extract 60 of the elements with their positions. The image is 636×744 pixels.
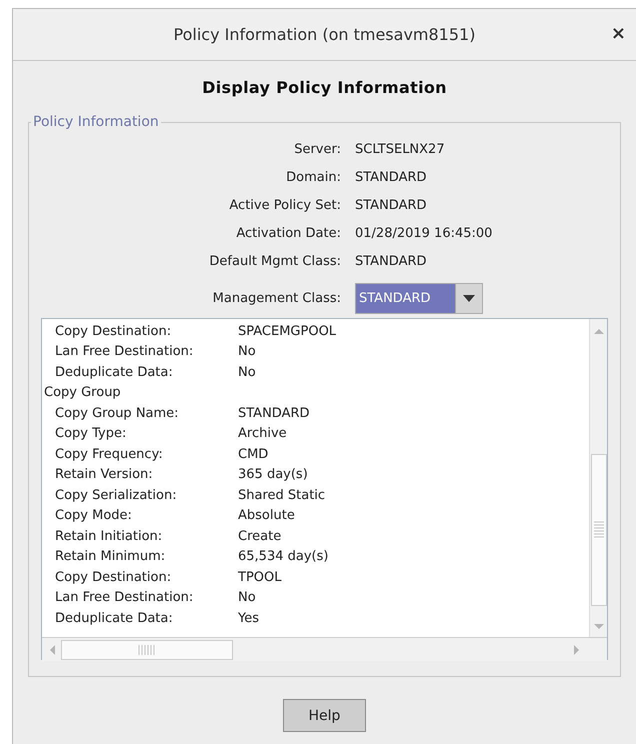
caret-icon bbox=[463, 295, 475, 302]
close-button[interactable]: × bbox=[606, 23, 630, 44]
field-value: 65,534 day(s) bbox=[238, 549, 328, 564]
dialog-heading: Display Policy Information bbox=[201, 78, 448, 97]
field-label: Default Mgmt Class: bbox=[208, 254, 341, 269]
field-value: Archive bbox=[238, 426, 287, 442]
field-value: Shared Static bbox=[238, 488, 326, 503]
field-value: Create bbox=[238, 528, 282, 544]
field-label: Activation Date: bbox=[235, 226, 341, 241]
dropdown-button[interactable] bbox=[455, 284, 482, 313]
horizontal-scrollbar[interactable] bbox=[42, 637, 589, 661]
field-label: Deduplicate Data: bbox=[54, 610, 174, 626]
help-button[interactable]: Help bbox=[283, 699, 366, 732]
field-label: Copy Destination: bbox=[54, 324, 172, 339]
field-label: Server: bbox=[293, 142, 341, 157]
field-value: No bbox=[238, 590, 256, 606]
scroll-down-arrow-icon[interactable] bbox=[592, 622, 604, 631]
field-label: Management Class: bbox=[212, 291, 341, 306]
field-value: TPOOL bbox=[238, 570, 282, 585]
field-label: Retain Version: bbox=[54, 467, 154, 482]
field-value: SCLTSELNX27 bbox=[355, 142, 446, 157]
field-label: Copy Type: bbox=[54, 426, 128, 442]
field-value: 365 day(s) bbox=[238, 467, 308, 482]
field-value: STANDARD bbox=[355, 170, 428, 185]
field-label: Lan Free Destination: bbox=[54, 344, 194, 360]
management-class-dropdown[interactable]: STANDARD bbox=[355, 283, 483, 314]
group-title: Policy Information bbox=[32, 114, 160, 130]
field-value: 01/28/2019 16:45:00 bbox=[355, 226, 494, 241]
field-label: Lan Free Destination: bbox=[54, 590, 194, 606]
field-label: Copy Frequency: bbox=[54, 446, 164, 462]
window-title: Policy Information (on tmesavm8151) bbox=[174, 25, 476, 44]
field-value: STANDARD bbox=[355, 254, 428, 269]
scroll-up-arrow-icon[interactable] bbox=[592, 327, 604, 336]
field-label: Domain: bbox=[285, 170, 341, 185]
scrollbar-thumb[interactable] bbox=[61, 640, 233, 660]
grip-icon bbox=[138, 644, 156, 654]
field-value: SPACEMGPOOL bbox=[238, 324, 336, 339]
grip-icon bbox=[594, 521, 604, 539]
field-label: Copy Group Name: bbox=[54, 406, 180, 421]
vertical-scrollbar[interactable] bbox=[589, 319, 607, 637]
field-label: Copy Destination: bbox=[54, 570, 172, 585]
field-value: STANDARD bbox=[355, 198, 428, 213]
field-value: No bbox=[238, 364, 256, 380]
dropdown-value: STANDARD bbox=[356, 284, 455, 313]
scroll-left-arrow-icon[interactable] bbox=[48, 644, 57, 656]
section-heading: Copy Group bbox=[44, 385, 121, 400]
field-value: Absolute bbox=[238, 508, 295, 524]
scroll-right-arrow-icon[interactable] bbox=[572, 644, 581, 656]
field-label: Deduplicate Data: bbox=[54, 364, 174, 380]
field-value: Yes bbox=[238, 610, 259, 626]
field-label: Retain Minimum: bbox=[54, 549, 166, 564]
field-value: No bbox=[238, 344, 256, 360]
field-label: Active Policy Set: bbox=[228, 198, 341, 213]
field-value: STANDARD bbox=[238, 406, 310, 421]
field-label: Copy Mode: bbox=[54, 508, 133, 524]
field-label: Retain Initiation: bbox=[54, 528, 164, 544]
scrollbar-thumb[interactable] bbox=[590, 454, 606, 606]
field-label: Copy Serialization: bbox=[54, 488, 178, 503]
scrollbar-corner bbox=[589, 637, 607, 661]
field-value: CMD bbox=[238, 446, 268, 462]
